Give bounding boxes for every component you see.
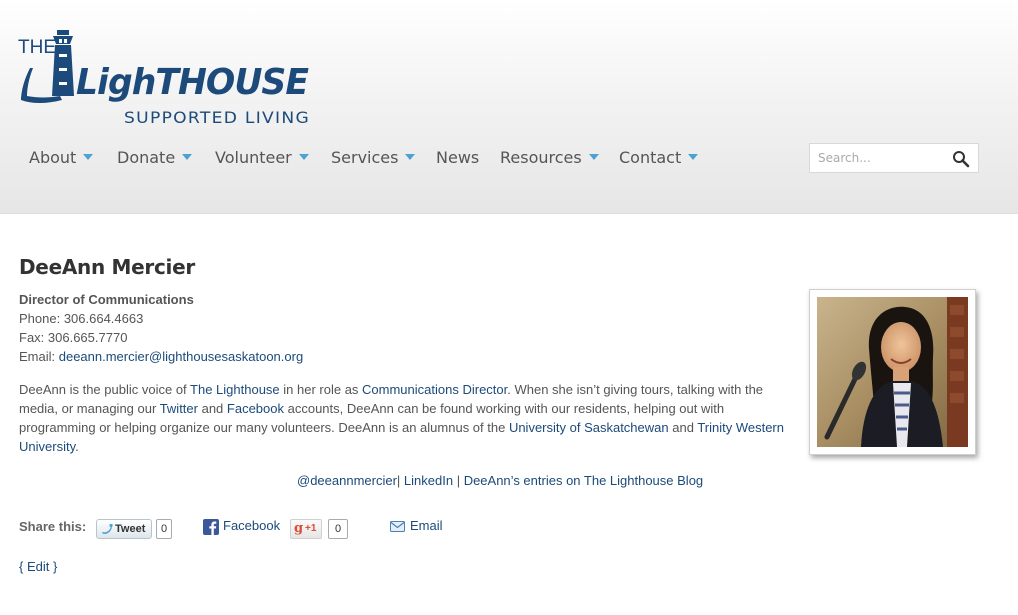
email-link[interactable]: deeann.mercier@lighthousesaskatoon.org: [59, 349, 303, 364]
nav-label: Resources: [500, 148, 582, 167]
site-header: THE LighTHOUSE SUPPORTED LIVING About Do…: [0, 0, 1018, 214]
nav-item-services[interactable]: Services: [331, 147, 416, 169]
lighthouse-link[interactable]: The Lighthouse: [190, 382, 280, 397]
tweet-label: Tweet: [115, 523, 146, 535]
phone-number: Phone: 306.664.4663: [19, 311, 144, 326]
university-saskatchewan-link[interactable]: University of Saskatchewan: [509, 420, 669, 435]
twitter-handle-link[interactable]: @deeannmercier: [297, 473, 397, 488]
social-links-row: @deeannmercier| LinkedIn | DeeAnn’s entr…: [297, 471, 703, 490]
dropdown-caret-icon: [688, 154, 699, 160]
nav-item-news[interactable]: News: [436, 147, 479, 169]
facebook-link[interactable]: Facebook: [227, 401, 284, 416]
bio-text: and: [668, 420, 698, 435]
edit-link[interactable]: { Edit }: [19, 559, 57, 574]
nav-item-contact[interactable]: Contact: [619, 147, 699, 169]
fax-number: Fax: 306.665.7770: [19, 330, 128, 345]
communications-director-link[interactable]: Communications Director: [362, 382, 507, 397]
nav-item-about[interactable]: About: [29, 147, 94, 169]
search-input[interactable]: [810, 144, 946, 172]
bio-paragraph: DeeAnn is the public voice of The Lighth…: [19, 380, 794, 456]
email-row: Email: deeann.mercier@lighthousesaskatoo…: [19, 347, 303, 366]
dropdown-caret-icon: [405, 154, 416, 160]
logo-the-text: THE: [18, 37, 56, 58]
nav-label: About: [29, 148, 77, 167]
facebook-icon[interactable]: [203, 519, 219, 535]
email-icon[interactable]: [390, 520, 405, 533]
nav-item-resources[interactable]: Resources: [500, 147, 599, 169]
google-plus-one-button[interactable]: g +1: [290, 519, 322, 539]
dropdown-caret-icon: [588, 154, 599, 160]
bio-text: and: [197, 401, 227, 416]
google-g-icon: g: [294, 521, 304, 536]
dropdown-caret-icon: [83, 154, 94, 160]
lighthouse-logo[interactable]: THE LighTHOUSE SUPPORTED LIVING: [18, 28, 314, 130]
search-box: [809, 143, 979, 173]
nav-label: News: [436, 148, 480, 167]
separator: |: [453, 473, 464, 488]
job-title: Director of Communications: [19, 292, 194, 307]
bio-text: in her role as: [279, 382, 363, 397]
nav-item-donate[interactable]: Donate: [117, 147, 193, 169]
dropdown-caret-icon: [182, 154, 193, 160]
logo-sub-text: SUPPORTED LIVING: [124, 108, 310, 127]
bio-text: DeeAnn is the public voice of: [19, 382, 191, 397]
nav-label: Donate: [117, 148, 176, 167]
share-label: Share this:: [19, 519, 87, 534]
twitter-link[interactable]: Twitter: [160, 401, 198, 416]
tweet-button[interactable]: Tweet: [96, 519, 152, 539]
plus-one-label: +1: [305, 523, 317, 534]
logo-main-text: LighTHOUSE: [76, 62, 309, 103]
nav-label: Contact: [619, 148, 682, 167]
tweet-count: 0: [156, 519, 173, 539]
blog-entries-link[interactable]: DeeAnn’s entries on The Lighthouse Blog: [464, 473, 703, 488]
page-title: DeeAnn Mercier: [19, 255, 195, 279]
twitter-bird-icon: [102, 523, 113, 534]
search-icon[interactable]: [952, 150, 970, 168]
email-share-link[interactable]: Email: [410, 518, 443, 533]
profile-photo-frame: [809, 289, 976, 455]
facebook-share-link[interactable]: Facebook: [223, 518, 280, 533]
dropdown-caret-icon: [298, 154, 309, 160]
nav-item-volunteer[interactable]: Volunteer: [215, 147, 309, 169]
separator: |: [396, 473, 404, 488]
nav-label: Services: [331, 148, 399, 167]
email-label: Email:: [19, 349, 59, 364]
gplus-count: 0: [328, 519, 348, 539]
profile-photo: [817, 297, 968, 447]
bio-text: .: [75, 439, 79, 454]
nav-label: Volunteer: [215, 148, 292, 167]
linkedin-link[interactable]: LinkedIn: [404, 473, 453, 488]
contact-info: Director of Communications Phone: 306.66…: [19, 290, 303, 366]
